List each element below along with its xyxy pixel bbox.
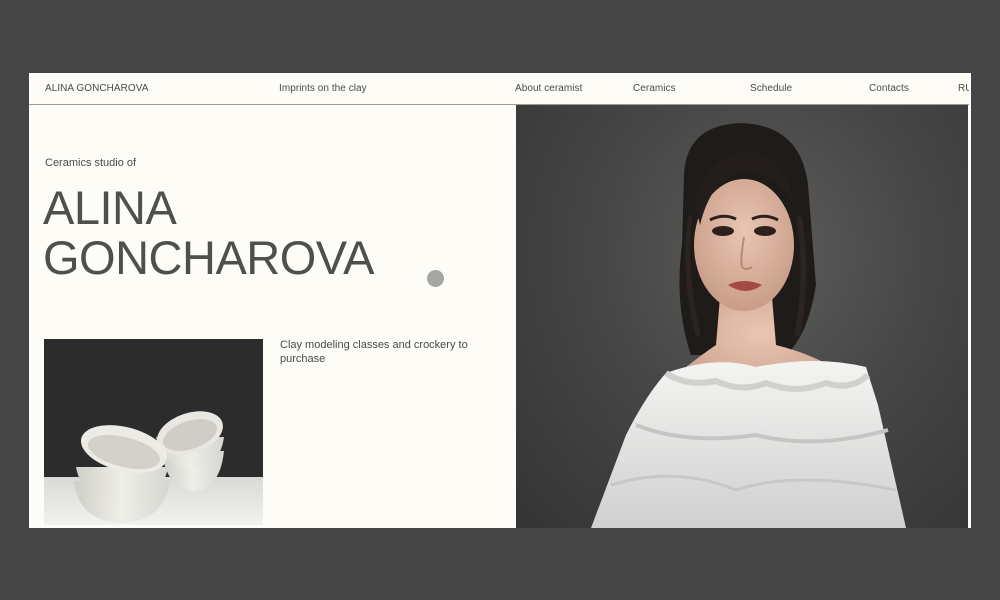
- top-navigation: ALINA GONCHAROVA Imprints on the clay Ab…: [29, 73, 971, 105]
- ceramist-portrait-photo: [516, 105, 968, 528]
- hero-subtitle: Ceramics studio of: [45, 157, 137, 169]
- landing-page: ALINA GONCHAROVA Imprints on the clay Ab…: [29, 73, 971, 528]
- nav-link-about[interactable]: About ceramist: [515, 83, 582, 94]
- browser-viewport: ALINA GONCHAROVA Imprints on the clay Ab…: [29, 73, 971, 528]
- ceramic-bowls-photo: [44, 339, 263, 525]
- decorative-dot: [427, 270, 444, 287]
- nav-link-schedule[interactable]: Schedule: [750, 83, 792, 94]
- hero-title: ALINA GONCHAROVA: [43, 181, 375, 284]
- portrait-illustration: [591, 123, 906, 528]
- viewport-edge: [969, 73, 971, 528]
- brand-logo-link[interactable]: ALINA GONCHAROVA: [45, 83, 148, 94]
- nav-link-ceramics[interactable]: Ceramics: [633, 83, 676, 94]
- hero-title-line-1: ALINA: [43, 181, 177, 234]
- nav-link-imprints[interactable]: Imprints on the clay: [279, 83, 367, 94]
- hero-tagline: Clay modeling classes and crockery to pu…: [280, 339, 468, 365]
- ceramic-bowls-illustration: [44, 339, 263, 525]
- hero-title-line-2: GONCHAROVA: [43, 231, 375, 284]
- nav-link-contacts[interactable]: Contacts: [869, 83, 909, 94]
